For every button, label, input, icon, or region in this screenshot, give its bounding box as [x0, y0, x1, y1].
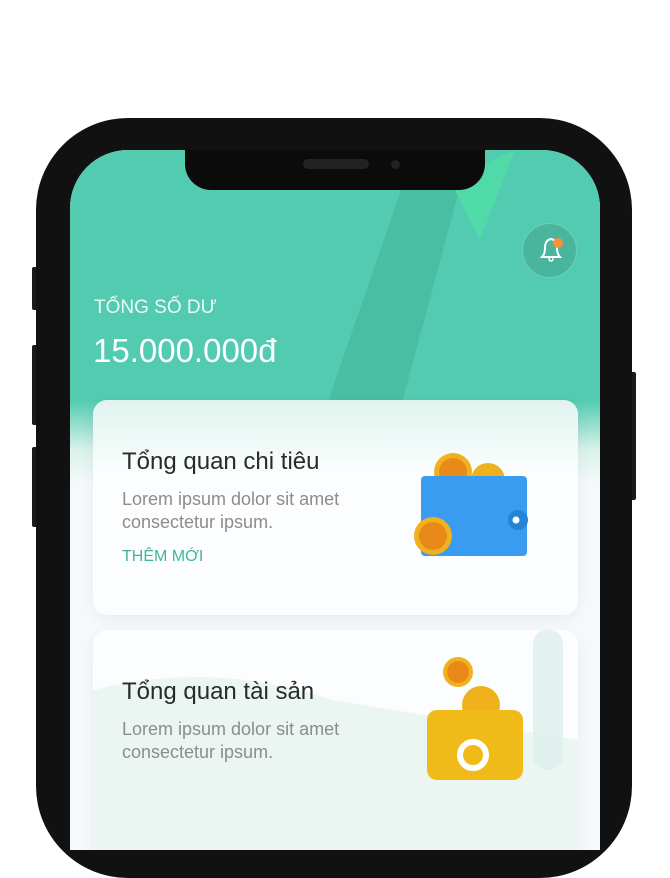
bell-icon [539, 237, 563, 262]
assets-overview-card[interactable]: Tổng quan tài sản Lorem ipsum dolor sit … [93, 630, 578, 850]
add-new-link[interactable]: THÊM MỚI [122, 548, 203, 566]
card-description: Lorem ipsum dolor sit amet consectetur i… [122, 489, 340, 532]
notification-button[interactable] [522, 223, 577, 278]
balance-value: 15.000.000đ [93, 332, 277, 369]
piggy-coins-icon [427, 630, 563, 780]
spending-overview-card[interactable]: Tổng quan chi tiêu Lorem ipsum dolor sit… [93, 400, 578, 615]
camera [391, 160, 400, 169]
card-description: Lorem ipsum dolor sit amet consectetur i… [122, 719, 340, 762]
wallet-coins-icon [414, 453, 528, 556]
notch [185, 150, 485, 190]
notification-badge [553, 238, 563, 248]
speaker [303, 159, 369, 169]
app-screen: TỔNG SỐ DƯ 15.000.000đ Tổng quan chi tiê… [70, 150, 600, 850]
card-title: Tổng quan chi tiêu [122, 448, 320, 475]
card-title: Tổng quan tài sản [122, 678, 315, 705]
balance-label: TỔNG SỐ DƯ [94, 297, 217, 318]
